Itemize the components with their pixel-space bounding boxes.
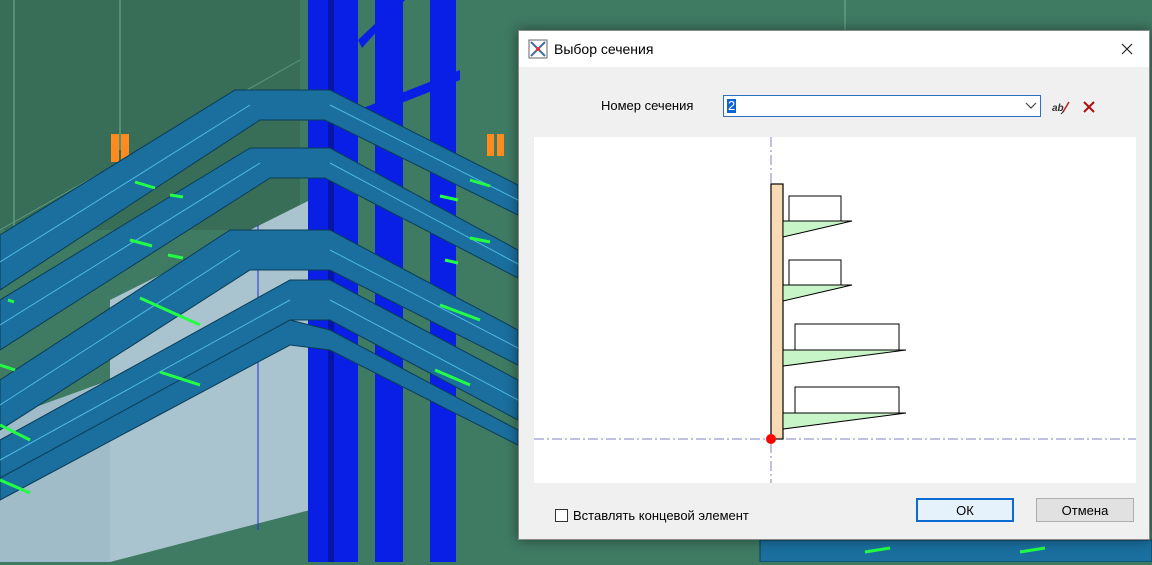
shelf-1 [782, 195, 853, 238]
section-preview-drawing [534, 137, 1136, 483]
ok-button[interactable]: ОК [916, 498, 1014, 522]
close-button[interactable] [1105, 31, 1149, 67]
section-number-label: Номер сечения [601, 98, 694, 113]
insert-end-element-option[interactable]: Вставлять концевой элемент [555, 508, 749, 523]
shelf-2 [782, 259, 853, 302]
shelf-4 [782, 386, 907, 430]
section-number-value[interactable]: 2 [727, 99, 737, 113]
delete-icon[interactable] [1081, 99, 1097, 115]
shelf-3 [782, 323, 907, 367]
origin-point [766, 434, 776, 444]
close-icon [1121, 43, 1133, 55]
rename-icon[interactable]: ab [1051, 98, 1071, 116]
insert-end-element-checkbox[interactable] [555, 509, 568, 522]
insert-end-element-label[interactable]: Вставлять концевой элемент [573, 508, 749, 523]
section-select-dialog: Выбор сечения Номер сечения 2 ab Вставля… [518, 30, 1150, 540]
chevron-down-icon[interactable] [1025, 101, 1037, 111]
section-number-combobox[interactable]: 2 [723, 95, 1041, 117]
section-preview [534, 137, 1136, 483]
dialog-title: Выбор сечения [554, 41, 654, 57]
app-icon [528, 39, 548, 59]
support-post [770, 183, 784, 440]
svg-text:ab: ab [1052, 103, 1064, 114]
title-bar[interactable]: Выбор сечения [519, 31, 1149, 67]
cancel-button[interactable]: Отмена [1036, 498, 1134, 522]
